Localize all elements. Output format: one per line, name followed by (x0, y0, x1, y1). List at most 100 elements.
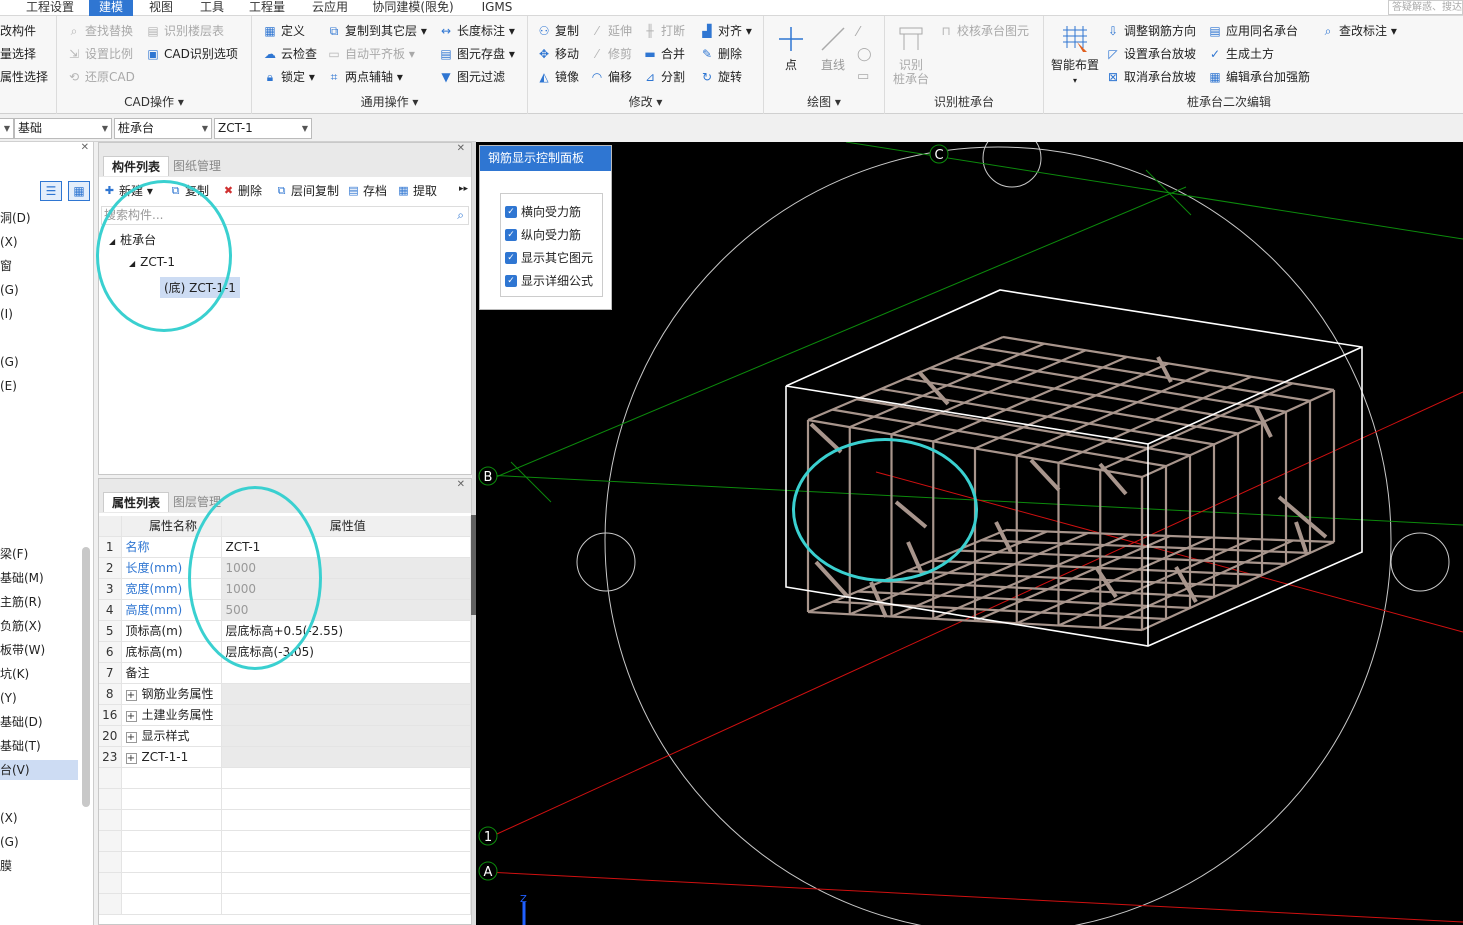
offset-button[interactable]: ◠ 偏移 (588, 67, 632, 87)
cad-options-button[interactable]: ▣ CAD识别选项 (144, 44, 238, 64)
sidebar-item[interactable]: (X) (0, 232, 18, 252)
identify-pile-cap-button[interactable]: 识别 桩承台 (891, 24, 931, 86)
sidebar-item[interactable]: 主筋(R) (0, 592, 42, 612)
adjust-rebar-direction-button[interactable]: ⇩ 调整钢筋方向 (1104, 21, 1196, 41)
batch-select-button[interactable]: 量选择 (0, 44, 36, 64)
copy-button[interactable]: ⚇ 复制 (535, 21, 579, 41)
sidebar-item[interactable]: (X) (0, 808, 18, 828)
close-icon[interactable]: ✕ (81, 142, 89, 153)
component-search-input[interactable]: 搜索构件... ⌕ (101, 206, 469, 225)
property-value[interactable] (221, 662, 471, 684)
grid-view-icon[interactable]: ▦ (68, 181, 90, 201)
close-icon[interactable]: ✕ (457, 479, 465, 490)
sidebar-item[interactable]: 基础(D) (0, 712, 43, 732)
sidebar-item[interactable]: (I) (0, 304, 13, 324)
generate-earthwork-button[interactable]: ✓ 生成土方 (1206, 44, 1274, 64)
mirror-button[interactable]: ◭ 镜像 (535, 67, 579, 87)
floor-selector[interactable]: ▼ (0, 118, 14, 139)
tree-node-pile-cap[interactable]: ◢ 桩承台 (109, 231, 156, 248)
sidebar-item[interactable]: 基础(M) (0, 568, 44, 588)
menu-project-settings[interactable]: 工程设置 (24, 0, 76, 16)
copy-component-button[interactable]: ⧉ 复制 (169, 182, 209, 200)
sidebar-item[interactable]: (Y) (0, 688, 17, 708)
auto-align-slab-button[interactable]: ▭ 自动平齐板 ▾ (325, 44, 415, 64)
floor-copy-button[interactable]: ⧉ 层间复制 (275, 182, 339, 200)
menu-quantities[interactable]: 工程量 (246, 0, 288, 16)
sidebar-item[interactable]: 梁(F) (0, 544, 28, 564)
sidebar-item[interactable]: (G) (0, 352, 19, 372)
align-button[interactable]: ▟ 对齐 ▾ (698, 21, 751, 41)
define-button[interactable]: ▦ 定义 (261, 21, 305, 41)
sidebar-item[interactable]: 窗 (0, 256, 12, 276)
sidebar-item[interactable]: (G) (0, 280, 19, 300)
copy-to-other-floor-button[interactable]: ⧉ 复制到其它层 ▾ (325, 21, 427, 41)
smart-layout-button[interactable]: 智能布置 ▾ (1049, 24, 1101, 88)
extract-button[interactable]: ▦ 提取 (397, 182, 437, 200)
table-row[interactable]: 2 长度(mm) 1000 (99, 557, 471, 579)
property-value[interactable]: 500 (221, 599, 471, 621)
table-row[interactable]: 6 底标高(m) 层底标高(-3.05) (99, 641, 471, 663)
expand-plus-icon[interactable]: + (125, 752, 137, 764)
show-formula-checkbox[interactable]: ✓ 显示详细公式 (505, 271, 593, 291)
tab-layer-management[interactable]: 图层管理 (165, 492, 229, 512)
check-label-button[interactable]: ⌕ 查改标注 ▾ (1319, 21, 1397, 41)
sidebar-item[interactable]: 膜 (0, 856, 12, 876)
archive-button[interactable]: ▤ 存档 (347, 182, 387, 200)
menu-igms[interactable]: IGMS (478, 0, 516, 16)
length-dimension-button[interactable]: ↔ 长度标注 ▾ (437, 21, 515, 41)
show-other-elements-checkbox[interactable]: ✓ 显示其它图元 (505, 248, 593, 268)
cloud-check-button[interactable]: ☁ 云检查 (261, 44, 317, 64)
vertical-rebar-checkbox[interactable]: ✓ 纵向受力筋 (505, 225, 581, 245)
edit-reinforcement-button[interactable]: ▦ 编辑承台加强筋 (1206, 67, 1310, 87)
sidebar-item[interactable]: 坑(K) (0, 664, 29, 684)
property-value[interactable]: 层底标高+0.5(-2.55) (221, 620, 471, 642)
break-button[interactable]: ╫ 打断 (641, 21, 685, 41)
find-replace-button[interactable]: ⌕ 查找替换 (65, 21, 133, 41)
table-row[interactable]: 5 顶标高(m) 层底标高+0.5(-2.55) (99, 620, 471, 642)
sidebar-item[interactable]: (G) (0, 832, 19, 852)
drawing-viewport[interactable]: C B 1 A Z 钢筋显示控制面板 ✓ 横向受力筋 ✓ 纵向受力筋 ✓ 显示其它图元… (476, 142, 1463, 925)
sidebar-item[interactable]: (E) (0, 376, 17, 396)
table-row[interactable]: 1 名称 ZCT-1 (99, 536, 471, 558)
viewport-canvas[interactable]: C B 1 A Z (476, 142, 1463, 925)
tab-component-list[interactable]: 构件列表 (103, 156, 170, 176)
identify-floor-table-button[interactable]: ▤ 识别楼层表 (144, 21, 224, 41)
sidebar-item[interactable]: 洞(D) (0, 208, 31, 228)
cancel-slope-button[interactable]: ⊠ 取消承台放坡 (1104, 67, 1196, 87)
expand-plus-icon[interactable]: + (125, 690, 137, 701)
component-selector[interactable]: ZCT-1 ▼ (214, 118, 312, 139)
property-value[interactable]: ZCT-1 (221, 536, 471, 558)
menu-collab[interactable]: 协同建模(限免) (371, 0, 455, 16)
table-row[interactable]: 8 + 钢筋业务属性 (99, 683, 471, 705)
move-button[interactable]: ✥ 移动 (535, 44, 579, 64)
table-row[interactable]: 3 宽度(mm) 1000 (99, 578, 471, 600)
change-component-button[interactable]: 改构件 (0, 21, 36, 41)
trim-button[interactable]: ⁄ 修剪 (588, 44, 632, 64)
tree-node-zct1-1[interactable]: (底) ZCT-1-1 (160, 277, 240, 298)
delete-button[interactable]: ✎ 删除 (698, 44, 742, 64)
table-row[interactable]: 20 + 显示样式 (99, 725, 471, 747)
nav-scrollbar[interactable] (82, 547, 90, 807)
property-value[interactable] (221, 746, 471, 768)
element-save-button[interactable]: ▤ 图元存盘 ▾ (437, 44, 515, 64)
delete-component-button[interactable]: ✖ 删除 (222, 182, 262, 200)
draw-line-button[interactable]: 直线 (816, 24, 850, 73)
menu-cloud[interactable]: 云应用 (309, 0, 351, 16)
type-selector[interactable]: 桩承台 ▼ (114, 118, 212, 139)
property-value[interactable]: 1000 (221, 557, 471, 579)
element-filter-button[interactable]: ▼ 图元过滤 (437, 67, 505, 87)
tree-node-zct1[interactable]: ◢ ZCT-1 (129, 255, 175, 269)
sidebar-item[interactable]: 板带(W) (0, 640, 45, 660)
more-tools-icon[interactable]: ▸▸ (459, 184, 468, 194)
draw-shapes-icons[interactable]: ⁄ ◯ ▭ (857, 22, 872, 88)
tab-property-list[interactable]: 属性列表 (103, 492, 170, 512)
two-point-axis-button[interactable]: ⌗ 两点辅轴 ▾ (325, 67, 403, 87)
table-row[interactable]: 7 备注 (99, 662, 471, 684)
category-selector[interactable]: 基础 ▼ (14, 118, 112, 139)
property-value[interactable] (221, 725, 471, 747)
set-slope-button[interactable]: ◸ 设置承台放坡 (1104, 44, 1196, 64)
tab-drawing-management[interactable]: 图纸管理 (165, 156, 229, 176)
sidebar-item[interactable]: 台(V) (0, 760, 78, 780)
table-row[interactable]: 23 + ZCT-1-1 (99, 746, 471, 768)
property-value[interactable] (221, 683, 471, 705)
